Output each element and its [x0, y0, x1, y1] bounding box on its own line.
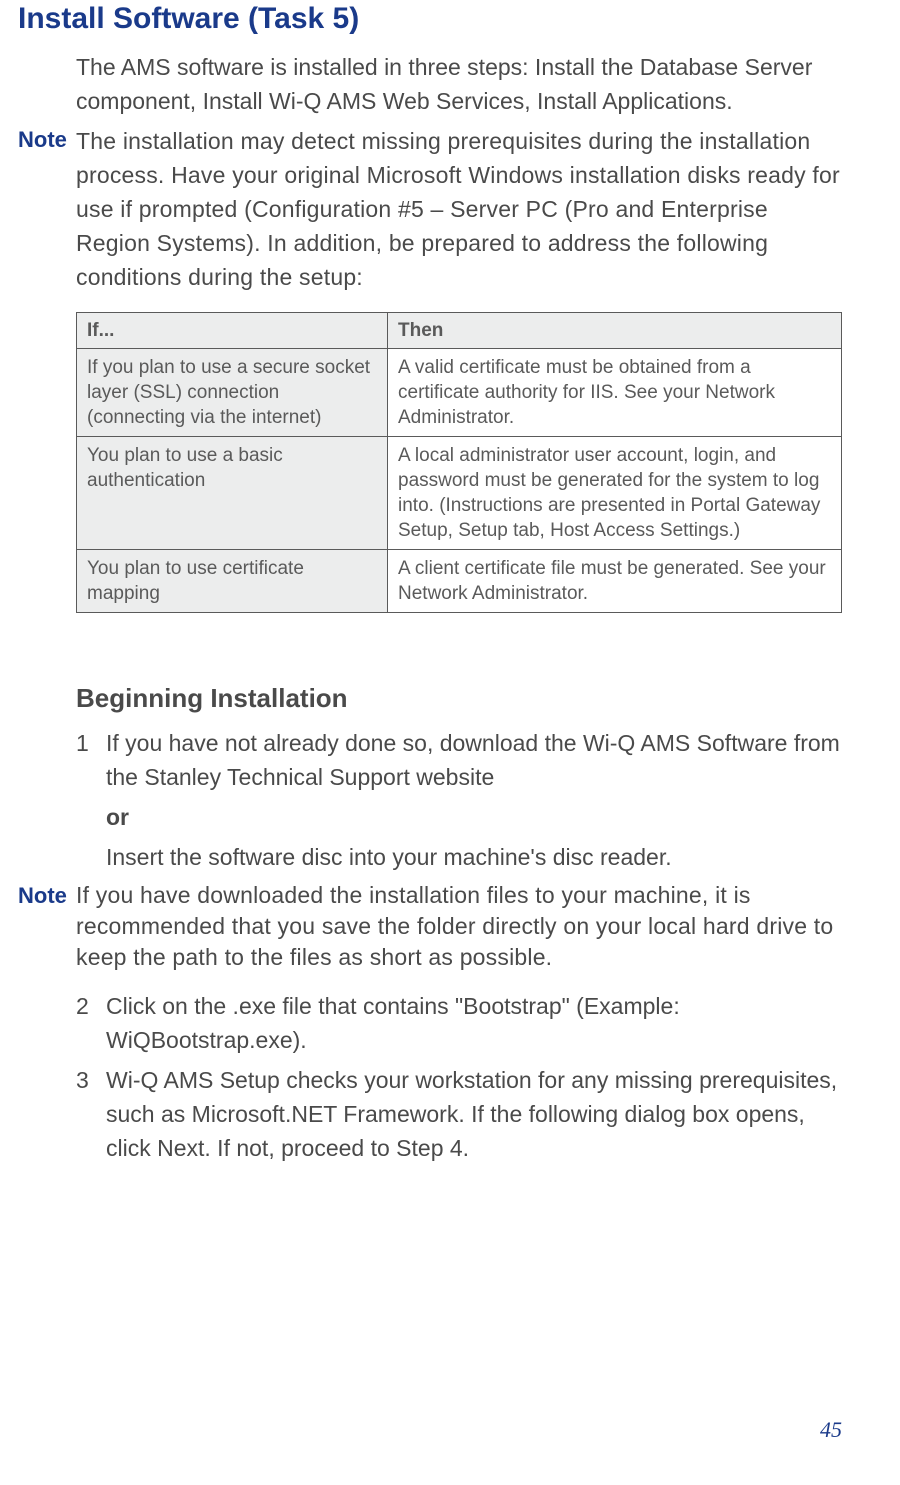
header-if: If... [77, 313, 388, 349]
note-label: Note [0, 124, 76, 155]
note-block-2: Note If you have downloaded the installa… [0, 880, 842, 973]
list-item: 3 Wi-Q AMS Setup checks your workstation… [76, 1063, 842, 1165]
intro-paragraph: The AMS software is installed in three s… [76, 50, 842, 118]
step-number: 2 [76, 989, 106, 1023]
cell-then: A valid certificate must be obtained fro… [388, 349, 842, 437]
section-heading: Beginning Installation [76, 683, 842, 714]
header-then: Then [388, 313, 842, 349]
step-or: or [106, 800, 842, 834]
note-block-1: Note The installation may detect missing… [0, 124, 842, 294]
cell-if: If you plan to use a secure socket layer… [77, 349, 388, 437]
note-label: Note [0, 880, 76, 911]
note-text: The installation may detect missing prer… [76, 124, 842, 294]
page-title: Install Software (Task 5) [18, 0, 842, 36]
conditions-table: If... Then If you plan to use a secure s… [76, 312, 842, 613]
step-text: If you have not already done so, downloa… [106, 726, 842, 794]
step-alt: Insert the software disc into your machi… [106, 840, 842, 874]
cell-then: A client certificate file must be genera… [388, 550, 842, 613]
step-number: 3 [76, 1063, 106, 1097]
step-number: 1 [76, 726, 106, 760]
note-text: If you have downloaded the installation … [76, 880, 842, 973]
step-text: Wi-Q AMS Setup checks your workstation f… [106, 1063, 842, 1165]
step-text: Click on the .exe file that contains "Bo… [106, 989, 842, 1057]
table-row: You plan to use certificate mapping A cl… [77, 550, 842, 613]
table-row: You plan to use a basic authentication A… [77, 437, 842, 550]
step-list: 1 If you have not already done so, downl… [76, 726, 842, 794]
page-number: 45 [820, 1417, 842, 1443]
cell-if: You plan to use certificate mapping [77, 550, 388, 613]
step-list-cont: 2 Click on the .exe file that contains "… [76, 989, 842, 1165]
cell-then: A local administrator user account, logi… [388, 437, 842, 550]
page: Install Software (Task 5) The AMS softwa… [0, 0, 900, 1485]
list-item: 2 Click on the .exe file that contains "… [76, 989, 842, 1057]
or-label: or [106, 804, 129, 830]
table-row: If you plan to use a secure socket layer… [77, 349, 842, 437]
cell-if: You plan to use a basic authentication [77, 437, 388, 550]
list-item: 1 If you have not already done so, downl… [76, 726, 842, 794]
table-header-row: If... Then [77, 313, 842, 349]
